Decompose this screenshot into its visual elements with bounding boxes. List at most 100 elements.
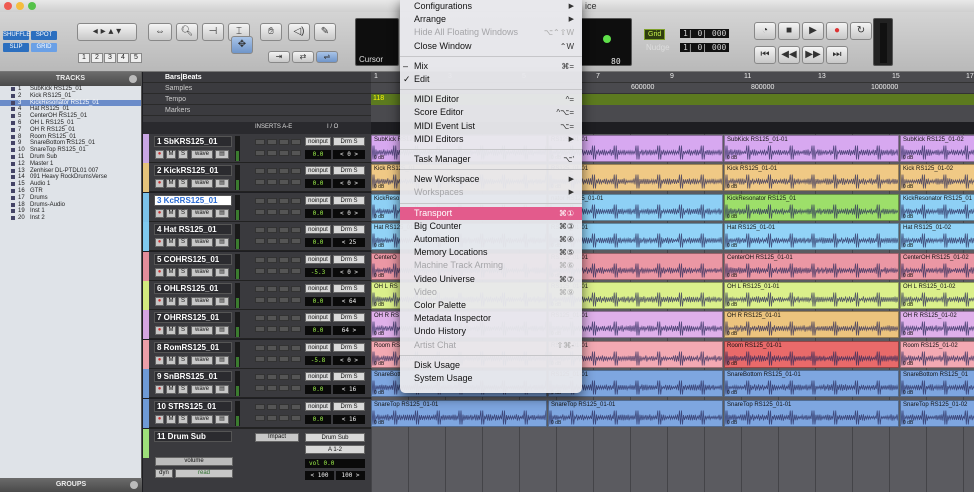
- menu-item-big-counter[interactable]: Big Counter ⌘③: [400, 220, 582, 233]
- send-slot[interactable]: [255, 414, 265, 421]
- track-name-field[interactable]: 5 COHRS125_01: [154, 253, 232, 265]
- output-select[interactable]: Drm S: [333, 342, 365, 352]
- send-slot[interactable]: [255, 297, 265, 303]
- ruler-row-bars[interactable]: Bars|Beats: [143, 72, 371, 83]
- send-slot[interactable]: [267, 326, 277, 333]
- input-select[interactable]: noinput: [305, 372, 331, 382]
- send-slot[interactable]: [279, 267, 289, 274]
- insert-slot[interactable]: [279, 227, 289, 234]
- zoom-preset-2[interactable]: 2: [91, 53, 103, 63]
- pencil-tool-button[interactable]: ✎: [314, 23, 336, 41]
- aux-bus-select[interactable]: Drum Sub: [305, 433, 365, 442]
- insert-slot[interactable]: [255, 315, 265, 322]
- insert-slot[interactable]: [267, 374, 277, 381]
- trim-tool-button[interactable]: ⊣: [202, 23, 224, 41]
- send-slot[interactable]: [267, 297, 277, 303]
- insert-slot[interactable]: [279, 403, 289, 410]
- track-name-field[interactable]: 8 RomRS125_01: [154, 341, 232, 353]
- send-slot[interactable]: [291, 414, 301, 421]
- send-slot[interactable]: [291, 355, 301, 362]
- volume-fader-value[interactable]: -5.3: [305, 267, 331, 277]
- send-slot[interactable]: [255, 238, 265, 245]
- track-view-select[interactable]: wave: [191, 208, 213, 218]
- insert-slot[interactable]: [267, 315, 277, 322]
- rewind-start-button[interactable]: ⏮: [754, 46, 776, 64]
- insert-slot[interactable]: [267, 286, 277, 292]
- shuffle-mode-button[interactable]: SHUFFLE: [3, 31, 30, 40]
- record-enable-icon[interactable]: ●: [155, 208, 164, 218]
- pan-value[interactable]: < 0 >: [333, 150, 365, 159]
- menu-item-score-editor[interactable]: Score Editor ^⌥=: [400, 106, 582, 119]
- aux-automation-select[interactable]: volume: [155, 457, 233, 466]
- send-slot[interactable]: [267, 414, 277, 421]
- ruler-row-tempo[interactable]: Tempo: [143, 94, 371, 105]
- insert-slot[interactable]: [279, 168, 289, 175]
- record-enable-icon[interactable]: ●: [155, 385, 164, 395]
- play-button[interactable]: ▶: [802, 22, 824, 40]
- send-slot[interactable]: [291, 297, 301, 303]
- zoom-toggle-button[interactable]: ⇔: [148, 23, 172, 41]
- playlist-button[interactable]: ▤: [215, 355, 229, 365]
- insert-slot[interactable]: [255, 403, 265, 410]
- track-list-item[interactable]: 15 Audio 1: [0, 181, 141, 188]
- output-select[interactable]: Drm S: [333, 166, 365, 176]
- insert-slot[interactable]: [291, 139, 301, 145]
- send-slot[interactable]: [267, 179, 277, 186]
- pan-value[interactable]: < 0 >: [333, 355, 365, 365]
- record-enable-icon[interactable]: ●: [155, 267, 164, 277]
- pan-value[interactable]: < 64: [333, 297, 365, 306]
- aux-pan-left[interactable]: < 100: [305, 471, 334, 480]
- zoom-window-icon[interactable]: [28, 2, 36, 10]
- record-enable-icon[interactable]: ●: [155, 150, 164, 159]
- mute-button[interactable]: M: [166, 414, 176, 424]
- track-view-select[interactable]: wave: [191, 267, 213, 277]
- insert-slot[interactable]: [291, 168, 301, 175]
- pan-value[interactable]: 64 >: [333, 326, 365, 336]
- fast-forward-button[interactable]: ▶▶: [802, 46, 824, 64]
- solo-button[interactable]: S: [178, 150, 188, 159]
- send-slot[interactable]: [267, 355, 277, 362]
- send-slot[interactable]: [255, 208, 265, 215]
- track-list-item[interactable]: 4 Hat RS125_01: [0, 106, 141, 113]
- menu-item-transport[interactable]: Transport ⌘①: [400, 206, 582, 220]
- track-view-select[interactable]: wave: [191, 385, 213, 395]
- insert-slot[interactable]: [291, 227, 301, 234]
- menu-item-color-palette[interactable]: Color Palette: [400, 299, 582, 312]
- playlist-button[interactable]: ▤: [215, 208, 229, 218]
- ruler-row-markers[interactable]: Markers: [143, 105, 371, 116]
- insert-slot[interactable]: [291, 197, 301, 204]
- track-view-select[interactable]: wave: [191, 238, 213, 248]
- insert-slot[interactable]: [267, 344, 277, 351]
- track-list-item[interactable]: 1 SubKick RS125_01: [0, 86, 141, 93]
- insert-slot[interactable]: [279, 374, 289, 381]
- close-window-icon[interactable]: [4, 2, 12, 10]
- mute-button[interactable]: M: [166, 385, 176, 395]
- insert-slot[interactable]: [279, 344, 289, 351]
- track-view-select[interactable]: wave: [191, 355, 213, 365]
- menu-item-close-window[interactable]: Close Window ⌃W: [400, 40, 582, 53]
- solo-button[interactable]: S: [178, 179, 188, 189]
- aux-pan-right[interactable]: 100 >: [336, 471, 365, 480]
- insert-slot[interactable]: [291, 256, 301, 263]
- go-to-end-button[interactable]: ⏭: [826, 46, 848, 64]
- send-slot[interactable]: [267, 150, 277, 156]
- insert-slot[interactable]: [279, 139, 289, 145]
- menu-item-task-manager[interactable]: Task Manager ⌥': [400, 153, 582, 166]
- menu-item-mix[interactable]: – Mix ⌘=: [400, 60, 582, 73]
- track-name-field[interactable]: 4 Hat RS125_01: [154, 224, 232, 236]
- track-name-field[interactable]: 10 STRS125_01: [154, 400, 232, 412]
- track-list-item[interactable]: 14 091 Heavy RockDrumsVerse: [0, 174, 141, 181]
- playlist-button[interactable]: ▤: [215, 385, 229, 395]
- volume-fader-value[interactable]: 0.0: [305, 414, 331, 424]
- send-slot[interactable]: [267, 385, 277, 392]
- track-view-select[interactable]: wave: [191, 179, 213, 189]
- record-enable-icon[interactable]: ●: [155, 179, 164, 189]
- record-enable-icon[interactable]: ●: [155, 297, 164, 306]
- pan-value[interactable]: < 16: [333, 385, 365, 395]
- aux-insert-impact[interactable]: Impact: [255, 433, 299, 442]
- audio-clip[interactable]: SnareTop RS125_01-01 0 dB: [371, 399, 547, 427]
- send-slot[interactable]: [255, 267, 265, 274]
- menu-item-disk-usage[interactable]: Disk Usage: [400, 359, 582, 372]
- tracks-menu-icon[interactable]: [129, 75, 137, 83]
- menu-item-configurations[interactable]: Configurations ▶: [400, 0, 582, 13]
